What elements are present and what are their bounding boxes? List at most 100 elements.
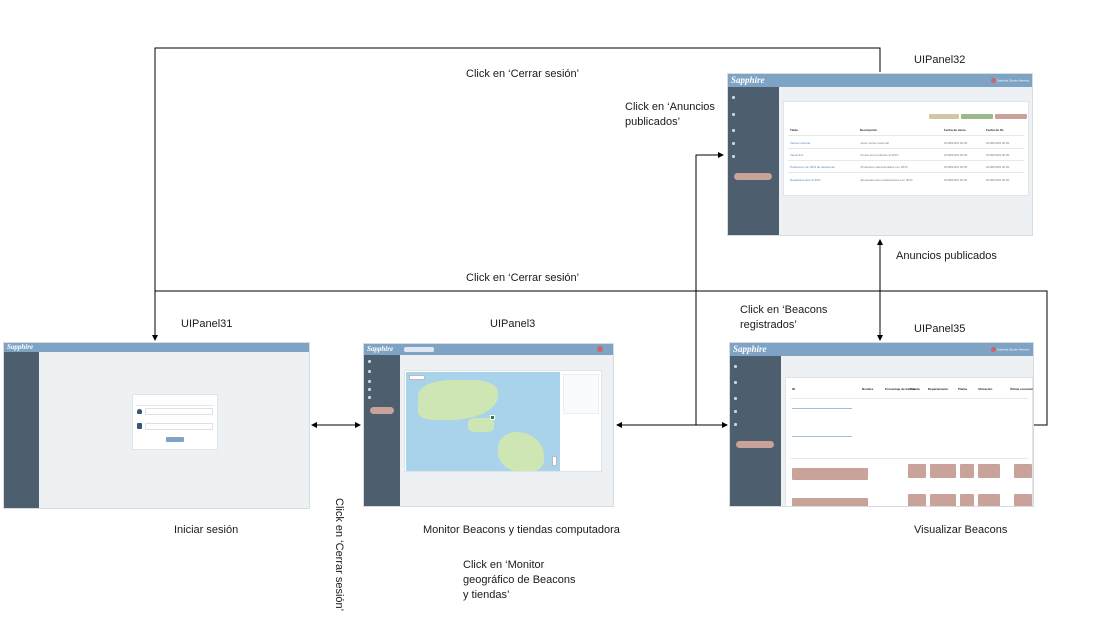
beacon-marker-icon[interactable] [490,415,495,420]
sidebar-item-monitor[interactable] [734,364,777,372]
sidebar-item-departments-map[interactable] [732,154,775,162]
ads-table-card: Título Descripción Fecha de inicio Fecha… [783,101,1029,196]
row-action-button[interactable] [930,494,956,506]
row-start: 2018/04/09 00:00 [944,153,968,157]
row-action-button[interactable] [908,494,926,506]
row-link-placeholder[interactable] [792,408,852,409]
row-title[interactable]: Venta 3x1 [790,153,803,157]
action-button-1[interactable] [929,114,959,119]
screenshot-monitor[interactable]: Sapphire [363,343,614,507]
north-america-land [418,380,498,420]
row-start: 2018/04/09 00:00 [944,178,968,182]
sidebar-item-departments[interactable] [368,369,396,377]
row-end: 2018/04/09 00:00 [986,153,1010,157]
panel-id-login: UIPanel31 [181,318,233,330]
row-description: ¡Productos seleccionados con 20%! [860,165,908,169]
brand-logo: Sapphire [733,344,767,354]
row-action-button[interactable] [978,464,1000,478]
screenshot-ads[interactable]: Sapphire Gabriela Zamite Herrera Título … [727,73,1033,236]
zoom-control[interactable] [552,456,557,466]
user-icon [137,409,142,414]
logout-button[interactable] [734,173,772,180]
topbar: Sapphire [4,343,309,352]
south-america-land [498,432,544,471]
screenshot-beacons[interactable]: Sapphire Gabriela Zamite Herrera ID Nomb… [729,342,1034,507]
sidebar-item-beacons[interactable] [732,128,775,136]
header-divider [788,135,1024,136]
sidebar [4,352,39,508]
row-title[interactable]: Departamentos al 30% [790,178,821,182]
col-header-location: Ubicación [978,387,993,391]
row-action-button[interactable] [930,464,956,478]
panel-id-ads: UIPanel32 [914,54,966,66]
sidebar-item-departments-map[interactable] [734,422,777,430]
user-chip[interactable]: Gabriela Zamite Herrera [990,347,1029,353]
avatar[interactable] [597,346,603,352]
world-map[interactable] [406,372,560,471]
password-input[interactable] [145,423,213,430]
sidebar-item-ads[interactable] [734,409,777,417]
row-divider [788,172,1024,173]
sidebar-item-monitor[interactable] [368,359,396,367]
flow-label-logout-vertical: Click en ‘Cerrar sesión’ [333,498,345,612]
logout-button[interactable] [736,441,774,448]
col-header-floor: Planta [958,387,968,391]
row-title[interactable]: Venta nocturna [790,141,810,145]
sidebar-item-departments[interactable] [734,380,777,388]
brand-logo: Sapphire [731,75,765,85]
action-button-2[interactable] [961,114,993,119]
brand-logo: Sapphire [7,343,34,351]
row-description: ¡Gran venta nocturna! [860,141,890,145]
row-divider [788,148,1024,149]
sidebar [364,355,400,506]
avatar [990,78,996,83]
sidebar-item-departments-map[interactable] [368,395,396,403]
lock-icon [137,423,142,429]
row-action-button[interactable] [1014,494,1032,506]
login-button[interactable] [166,437,184,442]
action-button-3[interactable] [995,114,1027,119]
sidebar-item-ads[interactable] [732,141,775,149]
row-action-button[interactable] [792,468,868,480]
row-action-button[interactable] [1014,464,1032,478]
row-title[interactable]: Productos con 20% de descuento [790,165,835,169]
screenshot-login[interactable]: Sapphire [3,342,310,509]
row-action-button[interactable] [960,494,974,506]
user-name: Gabriela Zamite Herrera [996,347,1029,352]
sidebar-item-beacons[interactable] [368,379,396,387]
row-action-button[interactable] [978,494,1000,506]
row-divider [790,458,1028,459]
avatar [990,347,996,352]
sidebar-item-monitor[interactable] [732,95,775,103]
search-input[interactable] [404,347,434,352]
central-america-land [468,418,494,432]
row-start: 2018/04/09 00:00 [944,165,968,169]
col-header-start: Fecha de inicio [944,128,966,132]
sidebar-item-departments[interactable] [732,112,775,120]
user-chip[interactable]: Gabriela Zamite Herrera [990,78,1029,84]
map-type-toggle[interactable] [409,375,425,380]
sidebar [728,87,779,235]
topbar: Sapphire Gabriela Zamite Herrera [728,74,1032,87]
col-header-description: Descripción [860,128,878,132]
flow-label-to-ads: Click en ‘Anuncios publicados’ [625,101,715,128]
panel-id-beacons: UIPanel35 [914,323,966,335]
row-action-button[interactable] [792,498,868,506]
row-link-placeholder[interactable] [792,436,852,437]
row-end: 2018/04/09 00:00 [986,178,1010,182]
logout-button[interactable] [370,407,394,414]
col-header-department: Departamento [928,387,949,391]
col-header-name: Nombre [862,387,874,391]
sidebar-item-ads[interactable] [368,387,396,395]
row-action-button[interactable] [908,464,926,478]
flow-line-to-ads [695,152,724,425]
col-header-end: Fecha de fin [986,128,1004,132]
col-header-id: ID [792,387,795,391]
username-input[interactable] [145,408,213,415]
caption-beacons: Visualizar Beacons [914,524,1008,536]
brand-logo: Sapphire [367,345,394,353]
header-divider [790,398,1028,399]
sidebar-item-beacons[interactable] [734,396,777,404]
row-end: 2018/04/09 00:00 [986,165,1010,169]
row-action-button[interactable] [960,464,974,478]
